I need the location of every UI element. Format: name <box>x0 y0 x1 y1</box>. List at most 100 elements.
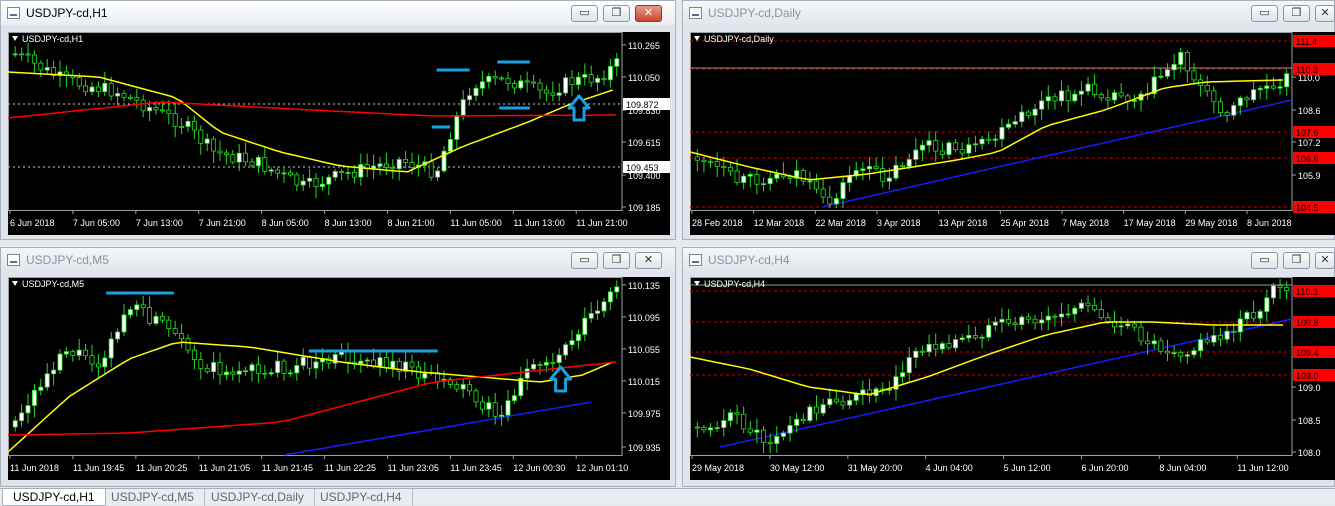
price-chart[interactable]: 110.135 110.095 110.055 110.015 109.975 109.9… <box>8 277 670 480</box>
time-axis-label: 17 May 2018 <box>1124 218 1176 228</box>
maximize-button[interactable]: ❐ <box>1283 5 1310 22</box>
candle-body <box>275 360 281 374</box>
candle-body <box>460 99 466 116</box>
candle-body <box>243 370 249 373</box>
candle-body <box>569 340 575 346</box>
maximize-button[interactable]: ❐ <box>603 5 630 22</box>
candle-body <box>787 425 793 434</box>
candle-body <box>511 83 517 89</box>
candle-body <box>556 92 562 96</box>
tab-usdjpy-daily[interactable]: USDJPY-cd,Daily <box>201 489 315 506</box>
symbol-menu[interactable]: USDJPY-cd,H1 <box>12 34 83 44</box>
candle-body <box>121 314 127 333</box>
candle-body <box>12 53 18 56</box>
candle-body <box>1231 105 1237 116</box>
candle-body <box>1032 108 1038 116</box>
candle-body <box>1151 340 1157 345</box>
tab-usdjpy-h4[interactable]: USDJPY-cd,H4 <box>310 489 413 506</box>
candle-body <box>108 338 114 359</box>
candle-body <box>294 174 300 186</box>
candle-body <box>19 412 25 422</box>
minimize-button[interactable]: ▭ <box>1251 5 1278 22</box>
candle-body <box>807 180 813 183</box>
time-axis-label: 7 Jun 21:00 <box>199 218 246 228</box>
candle-body <box>255 364 261 374</box>
symbol-menu[interactable]: USDJPY-cd,H4 <box>694 279 765 289</box>
price-chart[interactable]: 110.0 108.6 107.2 105.9 111.4 110.3 107.6 106.6… <box>690 32 1335 235</box>
candle-body <box>486 75 492 83</box>
minimize-button[interactable]: ▭ <box>571 252 598 269</box>
candle-body <box>1171 64 1177 71</box>
candle-body <box>236 370 242 375</box>
minimize-button[interactable]: ▭ <box>1251 252 1278 269</box>
chart-window-m5[interactable]: USDJPY-cd,M5 ▭ ❐ ✕ 110.135 110.095 110.055… <box>0 247 676 487</box>
close-button[interactable]: ✕ <box>1315 5 1335 22</box>
candle-body <box>787 176 793 179</box>
triangle-down-icon <box>694 36 700 41</box>
candle-body <box>992 138 998 141</box>
price-chart[interactable]: 109.0 108.5 108.0 110.3 109.8 109.4 109.0 29 Ma… <box>690 277 1335 480</box>
candle-body <box>992 321 998 326</box>
candle-body <box>694 426 700 429</box>
window-titlebar[interactable]: USDJPY-cd,M5 ▭ ❐ ✕ <box>1 248 675 272</box>
candle-body <box>979 336 985 339</box>
window-titlebar[interactable]: USDJPY-cd,Daily ▭ ❐ ✕ <box>683 1 1335 25</box>
candle-body <box>1244 312 1250 320</box>
symbol-menu[interactable]: USDJPY-cd,Daily <box>694 34 774 44</box>
window-title: USDJPY-cd,H4 <box>708 253 790 267</box>
candle-body <box>1105 97 1111 101</box>
candle-body <box>409 361 415 368</box>
candle-body <box>1012 322 1018 326</box>
candle-body <box>919 350 925 353</box>
candle-body <box>1244 97 1250 101</box>
price-axis-label: 109.975 <box>628 409 661 419</box>
candle-body <box>140 99 146 112</box>
minimize-button[interactable]: ▭ <box>571 5 598 22</box>
candle-body <box>473 390 479 403</box>
candle-body <box>531 81 537 84</box>
price-axis-label: 105.9 <box>1298 171 1321 181</box>
candle-body <box>492 402 498 417</box>
candle-body <box>230 154 236 163</box>
time-axis-label: 30 May 12:00 <box>770 463 825 473</box>
candle-body <box>537 364 543 366</box>
candle-body <box>447 139 453 152</box>
candle-body <box>827 398 833 406</box>
maximize-button[interactable]: ❐ <box>603 252 630 269</box>
candle-body <box>714 161 720 167</box>
time-axis-label: 12 Jun 01:10 <box>576 463 628 473</box>
close-button[interactable]: ✕ <box>635 252 662 269</box>
candle-body <box>287 372 293 375</box>
candle-body <box>1270 85 1276 89</box>
close-button[interactable]: ✕ <box>635 5 662 22</box>
chart-window-daily[interactable]: USDJPY-cd,Daily ▭ ❐ ✕ 110.0 108.6 107.2 105… <box>682 0 1335 240</box>
candle-body <box>833 398 839 403</box>
candle-body <box>159 109 165 112</box>
candle-body <box>383 163 389 168</box>
window-titlebar[interactable]: USDJPY-cd,H1 ▭ ❐ ✕ <box>1 1 675 25</box>
candle-body <box>1092 83 1098 95</box>
tab-usdjpy-h1[interactable]: USDJPY-cd,H1 <box>2 489 106 506</box>
candle-body <box>734 170 740 183</box>
price-chart[interactable]: 110.265 110.050 109.830 109.615 109.400 109.1… <box>8 32 670 235</box>
trendline <box>284 401 592 456</box>
symbol-menu[interactable]: USDJPY-cd,M5 <box>12 279 84 289</box>
candle-body <box>1178 52 1184 65</box>
time-axis-label: 8 Jun 2018 <box>1247 218 1292 228</box>
close-button[interactable]: ✕ <box>1315 252 1335 269</box>
candle-body <box>774 173 780 179</box>
candle-body <box>70 351 76 356</box>
candle-body <box>268 169 274 172</box>
candle-body <box>172 113 178 127</box>
tab-usdjpy-m5[interactable]: USDJPY-cd,M5 <box>101 489 205 506</box>
candle-body <box>780 432 786 437</box>
window-titlebar[interactable]: USDJPY-cd,H4 ▭ ❐ ✕ <box>683 248 1335 272</box>
chart-window-h4[interactable]: USDJPY-cd,H4 ▭ ❐ ✕ 109.0 108.5 108.0 110.3 1… <box>682 247 1335 487</box>
candle-body <box>115 331 121 340</box>
candle-body <box>913 149 919 160</box>
window-title: USDJPY-cd,M5 <box>26 253 109 267</box>
candle-body <box>339 171 345 173</box>
maximize-button[interactable]: ❐ <box>1283 252 1310 269</box>
window-splitter[interactable] <box>676 0 682 488</box>
chart-window-h1[interactable]: USDJPY-cd,H1 ▭ ❐ ✕ 110.265 110.050 109.830… <box>0 0 676 240</box>
